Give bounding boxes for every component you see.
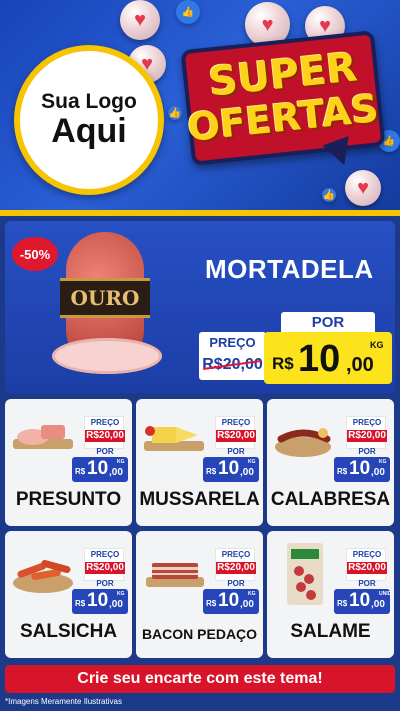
old-price: R$20,00 bbox=[216, 562, 256, 574]
old-price-box: PREÇO R$20,00 bbox=[215, 548, 256, 581]
logo-placeholder: Sua Logo Aqui bbox=[14, 45, 164, 195]
preco-label: PREÇO bbox=[90, 418, 120, 427]
por-label: POR bbox=[96, 579, 114, 588]
price-box: R$ 10 ,00 KG bbox=[334, 457, 390, 482]
price-box: R$ 10 ,00 KG bbox=[72, 457, 128, 482]
old-price: R$20,00 bbox=[347, 562, 387, 574]
salame-image bbox=[287, 543, 323, 605]
por-label: POR bbox=[96, 447, 114, 456]
por-label: POR bbox=[281, 312, 375, 333]
por-label: POR bbox=[358, 579, 376, 588]
bacon-image bbox=[146, 563, 204, 587]
presunto-image bbox=[13, 425, 73, 449]
price-unit: KG bbox=[379, 459, 387, 465]
heart-bubble-icon: ♥ bbox=[120, 0, 160, 40]
price-integer: 10 bbox=[87, 590, 109, 611]
preco-label: PREÇO bbox=[352, 418, 382, 427]
preco-label: PREÇO bbox=[352, 550, 382, 559]
old-price-box: PREÇO R$20,00 bbox=[84, 416, 125, 449]
old-price-box: PREÇO R$20,00 bbox=[215, 416, 256, 449]
price-decimal: ,00 bbox=[346, 354, 374, 376]
price-decimal: ,00 bbox=[240, 467, 254, 478]
price-unit: KG bbox=[248, 459, 256, 465]
price-integer: 10 bbox=[218, 590, 240, 611]
currency-symbol: R$ bbox=[206, 467, 217, 476]
logo-line-2: Aqui bbox=[51, 112, 127, 151]
preco-label: PREÇO bbox=[209, 335, 256, 350]
currency-symbol: R$ bbox=[272, 354, 294, 373]
price-unit: KG bbox=[117, 459, 125, 465]
price-decimal: ,00 bbox=[109, 599, 123, 610]
header-divider bbox=[0, 210, 400, 216]
product-card-salame[interactable]: PREÇO R$20,00 POR R$ 10 ,00 UNID SALAME bbox=[267, 531, 394, 658]
like-thumb-icon: 👍 bbox=[322, 188, 336, 202]
product-card-mussarela[interactable]: PREÇO R$20,00 POR R$ 10 ,00 KG MUSSARELA bbox=[136, 399, 263, 526]
product-name: PRESUNTO bbox=[15, 489, 122, 510]
price-box: R$ 10 ,00 KG bbox=[203, 589, 259, 614]
heart-bubble-icon: ♥ bbox=[345, 170, 381, 206]
price-decimal: ,00 bbox=[240, 599, 254, 610]
price-integer: 10 bbox=[349, 590, 371, 611]
preco-label: PREÇO bbox=[221, 550, 251, 559]
price-unit: KG bbox=[370, 340, 384, 350]
product-card-presunto[interactable]: PREÇO R$20,00 POR R$ 10 ,00 KG PRESUNTO bbox=[5, 399, 132, 526]
old-price-box: PREÇO R$20,00 bbox=[199, 332, 266, 380]
price-box: R$ 10 ,00 KG bbox=[203, 457, 259, 482]
hero-header: ♥ ♥ ♥ ♥ ♥ 👍 👍 👍 👍 Sua Logo Aqui SUPER OF… bbox=[0, 0, 400, 215]
logo-line-1: Sua Logo bbox=[41, 90, 137, 114]
old-price: R$20,00 bbox=[216, 430, 256, 442]
price-integer: 10 bbox=[298, 338, 341, 380]
salsicha-image bbox=[13, 560, 73, 593]
price-decimal: ,00 bbox=[371, 467, 385, 478]
create-flyer-button[interactable]: Crie seu encarte com este tema! bbox=[5, 665, 395, 693]
product-brand-label: OURO bbox=[60, 278, 150, 318]
old-price: R$20,00 bbox=[347, 430, 387, 442]
product-name: CALABRESA bbox=[270, 489, 391, 510]
disclaimer-footnote: *Imagens Meramente Ilustrativas bbox=[5, 697, 122, 706]
price-decimal: ,00 bbox=[109, 467, 123, 478]
product-card-calabresa[interactable]: PREÇO R$20,00 POR R$ 10 ,00 KG CALABRESA bbox=[267, 399, 394, 526]
mortadela-image: OURO bbox=[52, 228, 180, 378]
old-price-box: PREÇO R$20,00 bbox=[346, 548, 387, 581]
like-thumb-icon: 👍 bbox=[168, 106, 182, 120]
product-name: SALAME bbox=[290, 621, 371, 642]
product-card-salsicha[interactable]: PREÇO R$20,00 POR R$ 10 ,00 KG SALSICHA bbox=[5, 531, 132, 658]
featured-price-box: R$ 10 ,00 KG bbox=[264, 332, 392, 384]
product-name: MUSSARELA bbox=[139, 489, 260, 510]
price-decimal: ,00 bbox=[371, 599, 385, 610]
old-price-box: PREÇO R$20,00 bbox=[84, 548, 125, 581]
currency-symbol: R$ bbox=[337, 599, 348, 608]
price-box: R$ 10 ,00 KG bbox=[72, 589, 128, 614]
price-unit: KG bbox=[248, 591, 256, 597]
calabresa-image bbox=[275, 428, 331, 457]
preco-label: PREÇO bbox=[221, 418, 251, 427]
preco-label: PREÇO bbox=[90, 550, 120, 559]
price-box: R$ 10 ,00 UNID bbox=[334, 589, 392, 614]
price-unit: KG bbox=[117, 591, 125, 597]
currency-symbol: R$ bbox=[75, 599, 86, 608]
like-thumb-icon: 👍 bbox=[176, 0, 200, 24]
por-label: POR bbox=[227, 447, 245, 456]
price-integer: 10 bbox=[87, 458, 109, 479]
discount-badge: -50% bbox=[12, 237, 58, 271]
price-integer: 10 bbox=[218, 458, 240, 479]
currency-symbol: R$ bbox=[206, 599, 217, 608]
product-name: SALSICHA bbox=[19, 621, 118, 642]
product-card-bacon[interactable]: PREÇO R$20,00 POR R$ 10 ,00 KG BACON PED… bbox=[136, 531, 263, 658]
old-price-box: PREÇO R$20,00 bbox=[346, 416, 387, 449]
featured-product-name: MORTADELA bbox=[205, 254, 374, 284]
currency-symbol: R$ bbox=[337, 467, 348, 476]
price-unit: UNID bbox=[379, 591, 392, 597]
currency-symbol: R$ bbox=[75, 467, 86, 476]
por-label: POR bbox=[227, 579, 245, 588]
product-name: BACON PEDAÇO bbox=[141, 626, 258, 642]
super-ofertas-badge: SUPER OFERTAS bbox=[180, 30, 386, 171]
por-label: POR bbox=[358, 447, 376, 456]
price-integer: 10 bbox=[349, 458, 371, 479]
old-price: R$20,00 bbox=[85, 430, 125, 442]
mussarela-image bbox=[144, 426, 204, 451]
old-price: R$20,00 bbox=[85, 562, 125, 574]
